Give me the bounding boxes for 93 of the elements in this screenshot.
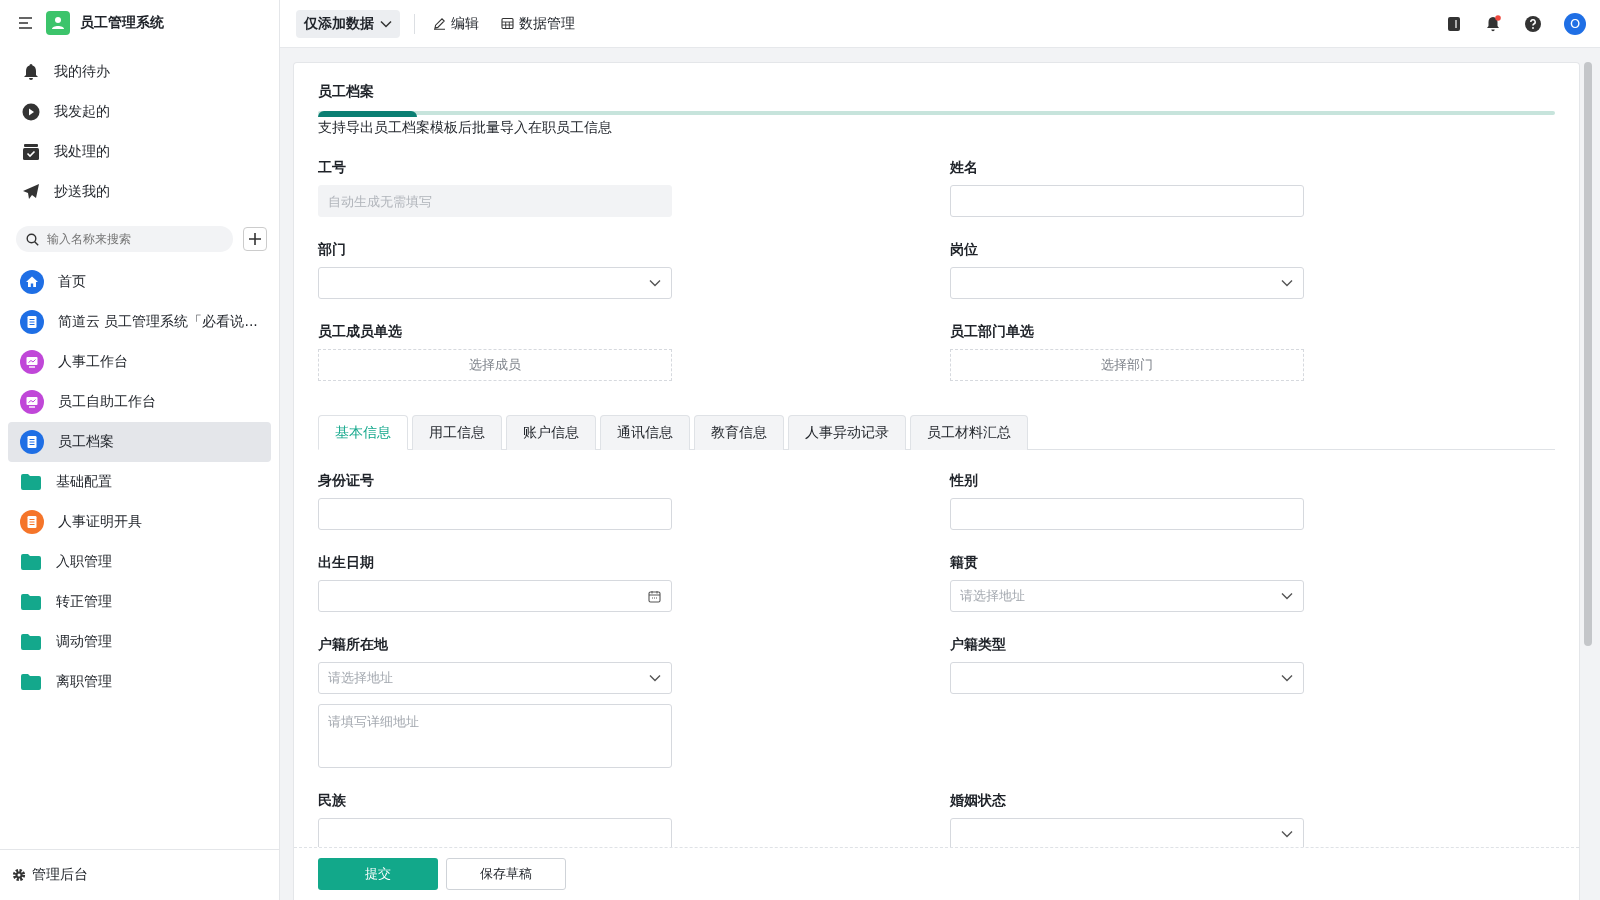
chevron-down-icon (1281, 830, 1293, 838)
address-textarea[interactable]: 请填写详细地址 (318, 704, 672, 768)
search-icon (26, 232, 39, 246)
field-label: 户籍类型 (950, 636, 1007, 654)
tab[interactable]: 员工材料汇总 (910, 415, 1028, 450)
text-field[interactable] (950, 185, 1304, 217)
field-label: 部门 (318, 241, 347, 259)
text-field[interactable] (950, 498, 1304, 530)
mode-dropdown[interactable]: 仅添加数据 (296, 9, 400, 38)
field-label: 出生日期 (318, 554, 375, 572)
field-label: 性别 (950, 472, 979, 490)
quick-menu-item[interactable]: 我发起的 (0, 92, 279, 132)
quick-menu-item[interactable]: 我处理的 (0, 132, 279, 172)
table-icon (501, 17, 514, 30)
field-label: 婚姻状态 (950, 792, 1007, 810)
folder-icon (20, 473, 42, 491)
inbox-check-icon (22, 143, 40, 161)
quick-menu-item[interactable]: 抄送我的 (0, 172, 279, 212)
home-icon (20, 270, 44, 294)
text-field[interactable] (318, 498, 672, 530)
nav-item[interactable]: 调动管理 (8, 622, 271, 662)
document-icon (20, 430, 44, 454)
nav-item[interactable]: 基础配置 (8, 462, 271, 502)
tab[interactable]: 通讯信息 (600, 415, 690, 450)
monitor-icon (20, 390, 44, 414)
nav-item[interactable]: 人事证明开具 (8, 502, 271, 542)
plus-icon (248, 232, 262, 246)
menu-icon[interactable] (18, 16, 34, 30)
form-description: 支持导出员工档案模板后批量导入在职员工信息 (318, 119, 613, 137)
select-field[interactable] (950, 818, 1304, 847)
chevron-down-icon (649, 674, 661, 682)
play-icon (22, 103, 40, 121)
app-logo-icon (46, 11, 70, 35)
picker-button[interactable]: 选择成员 (318, 349, 672, 381)
nav-item[interactable]: 人事工作台 (8, 342, 271, 382)
tab[interactable]: 用工信息 (412, 415, 502, 450)
nav-item[interactable]: 入职管理 (8, 542, 271, 582)
folder-icon (20, 593, 42, 611)
select-field[interactable] (950, 267, 1304, 299)
chevron-down-icon (649, 279, 661, 287)
calendar-icon (648, 589, 661, 603)
chevron-down-icon (1281, 592, 1293, 600)
nav-item[interactable]: 离职管理 (8, 662, 271, 702)
nav-item[interactable]: 简道云 员工管理系统「必看说... (8, 302, 271, 342)
chevron-down-icon (1281, 279, 1293, 287)
quick-menu-item[interactable]: 我的待办 (0, 52, 279, 92)
settings-icon (12, 868, 26, 882)
field-label: 工号 (318, 159, 347, 177)
help-icon[interactable] (1524, 14, 1542, 33)
date-field[interactable] (318, 580, 672, 612)
app-title: 员工管理系统 (80, 14, 164, 32)
select-field[interactable] (318, 267, 672, 299)
scrollbar[interactable] (1584, 62, 1592, 646)
search-field[interactable]: 输入名称来搜索 (16, 226, 233, 252)
document-icon (20, 510, 44, 534)
nav-item[interactable]: 员工自助工作台 (8, 382, 271, 422)
field-label: 身份证号 (318, 472, 375, 490)
tab[interactable]: 人事异动记录 (788, 415, 906, 450)
chevron-down-icon (1281, 674, 1293, 682)
nav-item[interactable]: 转正管理 (8, 582, 271, 622)
field-label: 姓名 (950, 159, 979, 177)
chevron-down-icon (380, 19, 392, 28)
toolbar-button[interactable]: 编辑 (429, 14, 483, 33)
field-label: 民族 (318, 792, 347, 810)
field-label: 户籍所在地 (318, 636, 389, 654)
field-label: 籍贯 (950, 554, 979, 572)
field-label: 员工部门单选 (950, 323, 1035, 341)
folder-icon (20, 553, 42, 571)
user-avatar[interactable]: O (1564, 12, 1586, 35)
bell-icon (22, 63, 40, 81)
folder-icon (20, 633, 42, 651)
paper-plane-icon (22, 183, 40, 201)
field-label: 员工成员单选 (318, 323, 403, 341)
admin-link[interactable]: 管理后台 (0, 849, 279, 900)
field-label: 岗位 (950, 241, 979, 259)
toolbar-button[interactable]: 数据管理 (497, 14, 579, 33)
folder-icon (20, 673, 42, 691)
nav-item[interactable]: 员工档案 (8, 422, 271, 462)
pencil-icon (433, 17, 446, 30)
text-field[interactable] (318, 818, 672, 847)
document-icon (20, 310, 44, 334)
search-input[interactable]: 输入名称来搜索 (45, 231, 219, 247)
bell-icon[interactable] (1484, 14, 1502, 33)
select-field[interactable] (950, 662, 1304, 694)
nav-item[interactable]: 首页 (8, 262, 271, 302)
monitor-icon (20, 350, 44, 374)
tab[interactable]: 账户信息 (506, 415, 596, 450)
form-title: 员工档案 (318, 83, 375, 101)
add-button[interactable] (243, 227, 267, 251)
picker-button[interactable]: 选择部门 (950, 349, 1304, 381)
notebook-icon[interactable] (1446, 15, 1462, 32)
save-draft-button[interactable]: 保存草稿 (446, 858, 566, 890)
tab[interactable]: 教育信息 (694, 415, 784, 450)
